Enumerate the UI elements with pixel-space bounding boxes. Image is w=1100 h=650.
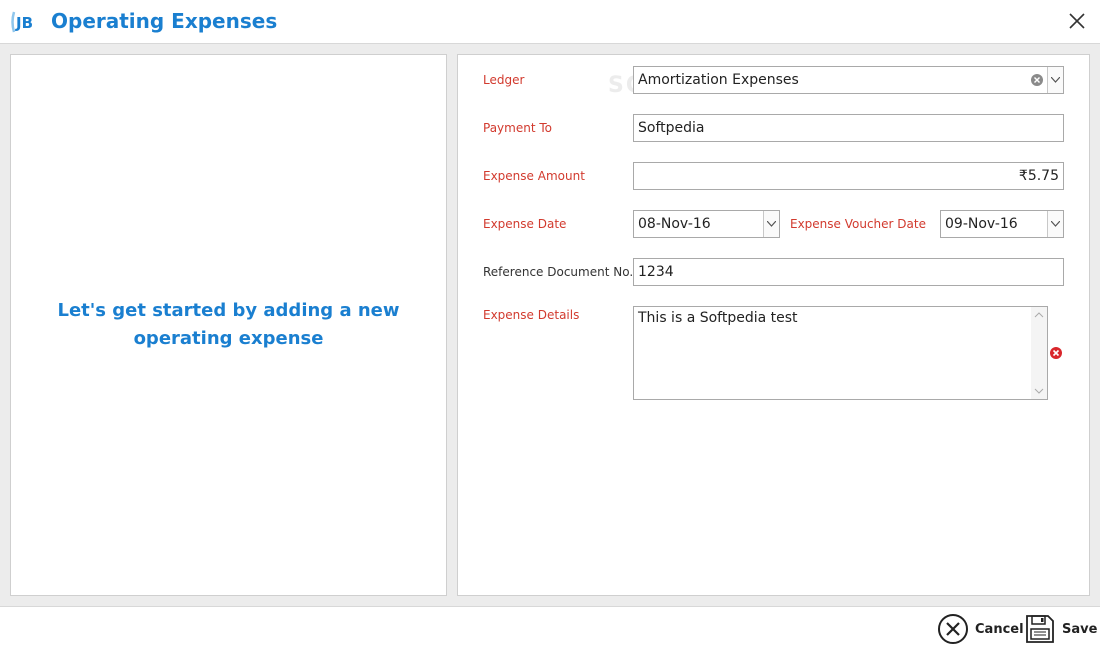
expense-amount-value: ₹5.75 [1018, 168, 1059, 184]
chevron-down-icon[interactable] [1034, 387, 1044, 395]
chevron-down-icon[interactable] [763, 211, 779, 237]
payment-to-input[interactable]: Softpedia [633, 114, 1064, 142]
scrollbar[interactable] [1031, 307, 1047, 399]
cancel-label: Cancel [975, 621, 1024, 637]
expense-date-value: 08-Nov-16 [638, 216, 711, 232]
chevron-up-icon[interactable] [1034, 311, 1044, 319]
ledger-value: Amortization Expenses [638, 72, 799, 88]
save-icon [1026, 615, 1054, 643]
reference-document-label: Reference Document No. [483, 265, 634, 279]
app-logo-icon: JB [11, 11, 33, 33]
expense-details-label: Expense Details [483, 308, 580, 322]
expense-amount-input[interactable]: ₹5.75 [633, 162, 1064, 190]
expense-date-picker[interactable]: 08-Nov-16 [633, 210, 780, 238]
expense-voucher-date-value: 09-Nov-16 [945, 216, 1018, 232]
expense-amount-label: Expense Amount [483, 169, 585, 183]
ledger-label: Ledger [483, 73, 525, 87]
expense-details-value: This is a Softpedia test [638, 310, 798, 326]
error-icon [1050, 347, 1062, 359]
chevron-down-icon[interactable] [1047, 211, 1063, 237]
cancel-icon [938, 614, 968, 644]
expense-voucher-date-label: Expense Voucher Date [790, 217, 926, 231]
expense-date-label: Expense Date [483, 217, 567, 231]
svg-text:JB: JB [15, 14, 33, 32]
expense-list-panel: Let's get started by adding a new operat… [10, 54, 447, 596]
window-title: Operating Expenses [51, 9, 278, 33]
cancel-button[interactable]: Cancel [937, 611, 1024, 647]
payment-to-value: Softpedia [638, 120, 705, 136]
chevron-down-icon[interactable] [1047, 67, 1063, 93]
expense-voucher-date-picker[interactable]: 09-Nov-16 [940, 210, 1064, 238]
payment-to-label: Payment To [483, 121, 552, 135]
reference-document-input[interactable]: 1234 [633, 258, 1064, 286]
footer-bar: Cancel Save [0, 606, 1100, 650]
reference-document-value: 1234 [638, 264, 674, 280]
save-label: Save [1062, 621, 1098, 637]
save-button[interactable]: Save [1024, 611, 1097, 647]
title-bar: JB Operating Expenses [0, 0, 1100, 44]
close-icon[interactable] [1066, 10, 1088, 32]
ledger-dropdown[interactable]: Amortization Expenses [633, 66, 1064, 94]
clear-icon[interactable] [1031, 74, 1043, 86]
expense-details-textarea[interactable]: This is a Softpedia test [633, 306, 1048, 400]
empty-state-message: Let's get started by adding a new operat… [57, 300, 400, 349]
